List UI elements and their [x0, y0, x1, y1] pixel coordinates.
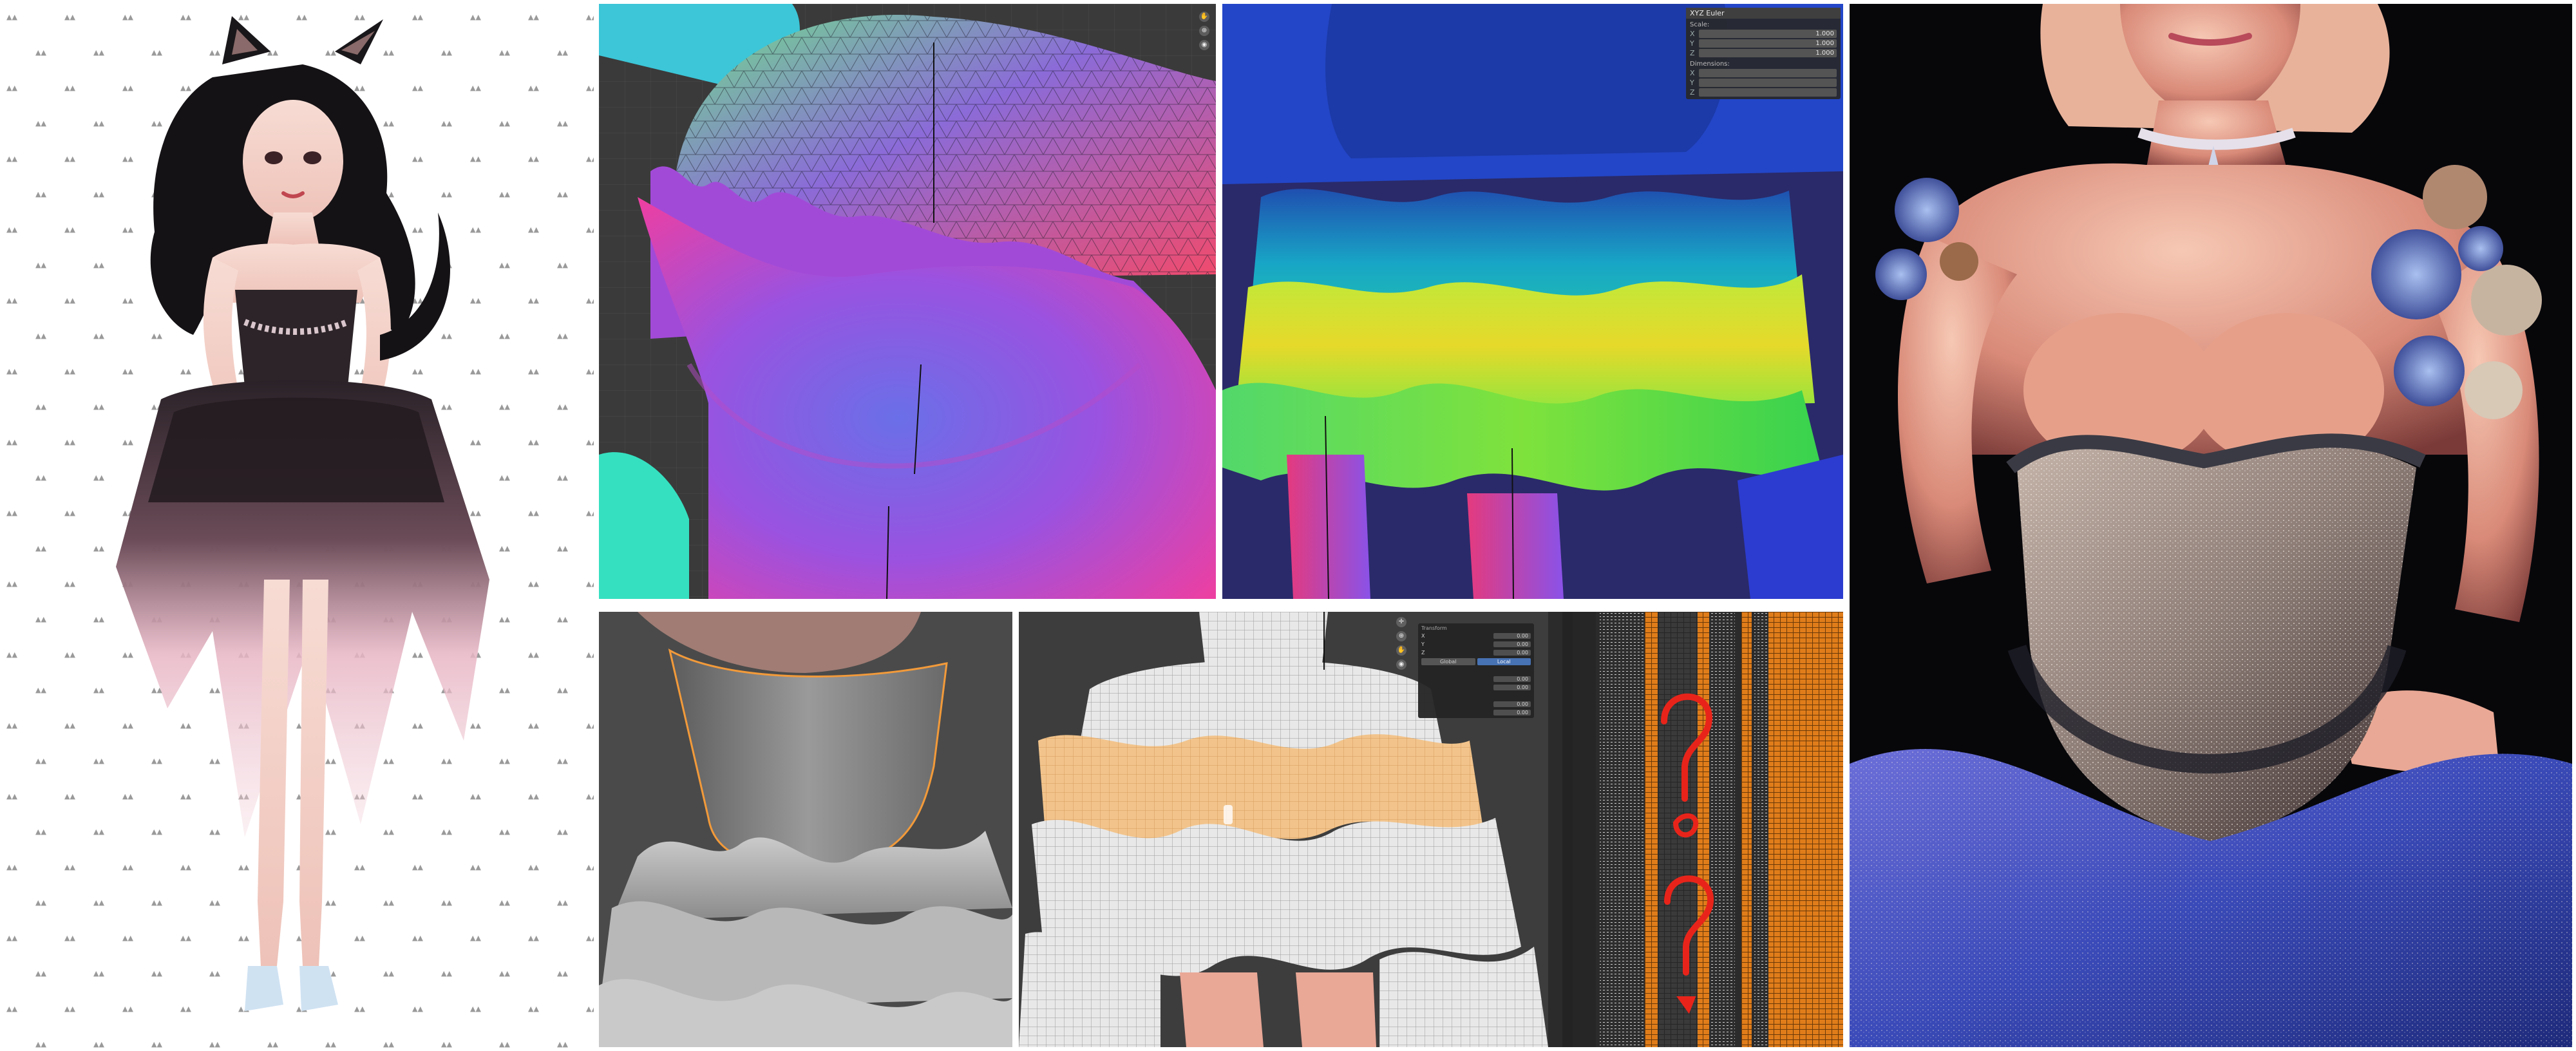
third-section-label: [1418, 692, 1534, 700]
second-row-1-field[interactable]: 0.00: [1493, 676, 1531, 682]
axis-gizmo-icon[interactable]: ✛: [1396, 617, 1406, 627]
node-data-panel[interactable]: ↖ ✥ ⟳ ⤢ ⊞ ✎ 📏 ◻ ⬆ ▣: [1548, 612, 1843, 1047]
space-toggle[interactable]: Global Local: [1418, 657, 1534, 667]
transform-z-field[interactable]: 0.00: [1493, 650, 1531, 656]
dim-x-label: X: [1690, 69, 1695, 77]
second-row-2[interactable]: 0.00: [1418, 683, 1534, 692]
cat-girl-illustration: ▲▲ ▲▲: [0, 0, 594, 1051]
normal-map-skirt-viewport[interactable]: XYZ Euler Scale: X 1.000 Y 1.000 Z 1.000…: [1222, 4, 1843, 599]
sidebar-vertical-tabs[interactable]: [1562, 612, 1573, 1047]
scale-z-row[interactable]: Z 1.000: [1686, 48, 1841, 58]
transform-x-label: X: [1421, 633, 1425, 639]
local-button[interactable]: Local: [1477, 658, 1531, 665]
scale-x-field[interactable]: 1.000: [1699, 30, 1837, 38]
transform-x-field[interactable]: 0.00: [1493, 633, 1531, 639]
scale-z-field[interactable]: 1.000: [1699, 49, 1837, 57]
second-section-label: [1418, 667, 1534, 675]
global-button[interactable]: Global: [1421, 658, 1475, 665]
transform-row-y[interactable]: Y 0.00: [1418, 640, 1534, 649]
zoom-icon[interactable]: ⊕: [1396, 631, 1406, 641]
scale-section-label: Scale:: [1690, 21, 1710, 28]
normal-chest-render: [599, 4, 1216, 599]
final-render-panel: [1850, 4, 2572, 1047]
dim-z-label: Z: [1690, 88, 1695, 97]
scale-y-row[interactable]: Y 1.000: [1686, 39, 1841, 48]
viewport-nav-tools: ✋ ⊕ ◉: [1199, 12, 1209, 50]
transform-side-panel[interactable]: Transform X 0.00 Y 0.00 Z 0.00 Global Lo…: [1418, 623, 1534, 718]
transform-y-field[interactable]: 0.00: [1493, 641, 1531, 647]
scale-y-field[interactable]: 1.000: [1699, 39, 1837, 48]
transform-z-label: Z: [1421, 650, 1425, 656]
transform-y-label: Y: [1421, 641, 1425, 647]
third-row-2[interactable]: 0.00: [1418, 708, 1534, 718]
dim-x-field[interactable]: [1699, 69, 1837, 77]
dim-y-field[interactable]: [1699, 79, 1837, 87]
dim-z-field[interactable]: [1699, 88, 1837, 97]
gray-bodice-render: [599, 612, 1012, 1047]
second-row-2-field[interactable]: 0.00: [1493, 685, 1531, 690]
transform-section-label: Transform: [1421, 625, 1447, 631]
illustration-panel: ▲▲ ▲▲: [0, 0, 594, 1051]
camera-icon[interactable]: ◉: [1396, 659, 1406, 670]
dim-y-row[interactable]: Y: [1686, 78, 1841, 88]
node-grid-render: [1548, 612, 1843, 1047]
third-row-1-field[interactable]: 0.00: [1493, 701, 1531, 707]
gray-bodice-viewport[interactable]: [599, 612, 1012, 1047]
third-row-2-field[interactable]: 0.00: [1493, 710, 1531, 715]
dim-x-row[interactable]: X: [1686, 68, 1841, 78]
dim-y-label: Y: [1690, 79, 1694, 87]
euler-header: XYZ Euler: [1686, 8, 1841, 19]
third-row-1[interactable]: 0.00: [1418, 700, 1534, 708]
dim-z-row[interactable]: Z: [1686, 88, 1841, 99]
camera-icon[interactable]: ◉: [1199, 40, 1209, 50]
hand-pan-icon[interactable]: ✋: [1396, 645, 1406, 656]
wire-nav-tools: ✛ ⊕ ✋ ◉: [1396, 617, 1406, 670]
dimensions-section-label: Dimensions:: [1690, 61, 1730, 68]
wireframe-skirt-viewport[interactable]: ✛ ⊕ ✋ ◉ Transform X 0.00 Y 0.00 Z 0.00 G…: [1019, 612, 1548, 1047]
transform-row-z[interactable]: Z 0.00: [1418, 649, 1534, 657]
scale-x-row[interactable]: X 1.000: [1686, 29, 1841, 39]
second-row-1[interactable]: 0.00: [1418, 675, 1534, 683]
zoom-icon[interactable]: ⊕: [1199, 26, 1209, 36]
scale-z-label: Z: [1690, 49, 1695, 57]
scale-y-label: Y: [1690, 39, 1694, 48]
final-render-image: [1850, 4, 2572, 1047]
transform-row-x[interactable]: X 0.00: [1418, 632, 1534, 640]
normal-map-chest-viewport[interactable]: ✋ ⊕ ◉: [599, 4, 1216, 599]
hand-pan-icon[interactable]: ✋: [1199, 12, 1209, 22]
scale-x-label: X: [1690, 30, 1695, 38]
xyz-euler-panel[interactable]: XYZ Euler Scale: X 1.000 Y 1.000 Z 1.000…: [1686, 8, 1841, 99]
